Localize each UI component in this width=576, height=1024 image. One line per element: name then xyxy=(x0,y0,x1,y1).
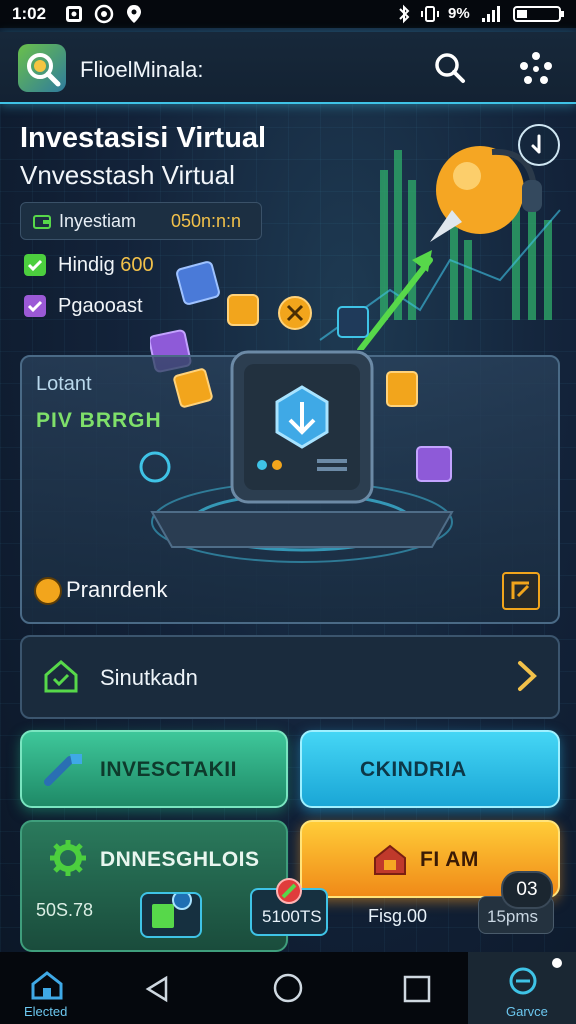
home-check-icon xyxy=(44,660,78,693)
checkmark-icon xyxy=(24,295,46,317)
nav-back[interactable] xyxy=(140,952,174,1024)
flag-button-label: FI AM xyxy=(420,848,479,871)
progress-label: Pgaooast xyxy=(58,295,143,317)
pin-icon xyxy=(276,878,302,904)
app-title: FlioelMinala: xyxy=(80,57,204,82)
nav-badge-dot xyxy=(552,958,562,968)
home-badge-icon xyxy=(374,844,406,875)
hero-subtitle: Vnvesstash Virtual xyxy=(20,160,235,190)
settings-button-label: DNNESGHLOIS xyxy=(100,848,260,871)
flag-amount-text: Fisg.00 xyxy=(368,906,428,926)
wallet-icon xyxy=(33,215,51,229)
balance-text: 50S.78 xyxy=(36,900,94,920)
wrench-icon xyxy=(44,754,82,786)
vibrate-icon xyxy=(421,6,439,22)
nav-recents[interactable] xyxy=(400,952,434,1024)
info-icon xyxy=(531,134,541,154)
invest-button-label: INVESCTAKII xyxy=(100,758,237,781)
home-icon xyxy=(31,971,63,1000)
gear-icon xyxy=(50,840,86,876)
at-icon xyxy=(94,4,114,24)
app-logo-icon[interactable] xyxy=(18,44,66,92)
feature-card[interactable]: Lotant PIV BRRGH Pranrdenk xyxy=(20,350,560,624)
list-row-item[interactable]: Sinutkadn xyxy=(20,635,560,719)
notification-badge: 03 xyxy=(501,871,553,909)
status-time: 1:02 xyxy=(12,4,47,23)
signal-icon xyxy=(482,6,500,22)
recents-square-icon xyxy=(403,975,431,1003)
stat-label: Inyestiam xyxy=(59,211,137,231)
card-label: Lotant xyxy=(36,373,92,395)
stocks-chip-text: 5100TS xyxy=(262,907,322,926)
nav-home-label: Elected xyxy=(24,1004,68,1019)
search-icon xyxy=(435,53,465,83)
search-button[interactable] xyxy=(432,50,468,86)
secondary-button-label: CKINDRIA xyxy=(360,758,467,781)
nav-profile[interactable]: Garvce xyxy=(468,952,576,1024)
wallet-chip[interactable] xyxy=(140,890,202,938)
document-icon xyxy=(152,890,192,928)
investment-stat-pill[interactable]: Inyestiam 050n:n:n xyxy=(20,202,262,240)
invest-button[interactable]: INVESCTAKII xyxy=(20,730,288,808)
stocks-chip[interactable]: 5100TS xyxy=(250,878,328,936)
apps-menu-button[interactable] xyxy=(518,50,554,86)
help-button[interactable] xyxy=(518,124,560,166)
image-icon xyxy=(66,6,82,22)
location-icon xyxy=(127,5,141,23)
app-header: FlioelMinala: xyxy=(0,32,576,104)
nav-home-circle[interactable] xyxy=(270,952,306,1024)
checkmark-icon xyxy=(24,254,46,276)
list-row-label: Sinutkadn xyxy=(100,665,198,690)
minus-circle-icon xyxy=(509,967,537,995)
hero-title: Investasisi Virtual xyxy=(20,122,267,154)
chevron-right-icon xyxy=(518,661,537,691)
back-triangle-icon xyxy=(145,975,168,1003)
status-bar: 1:02 9% xyxy=(0,0,576,28)
bluetooth-icon xyxy=(399,4,410,24)
secondary-button[interactable]: CKINDRIA xyxy=(300,730,560,808)
settings-button[interactable]: DNNESGHLOIS 50S.78 xyxy=(20,820,288,952)
nav-home[interactable]: Elected xyxy=(18,952,78,1024)
nav-profile-label: Garvce xyxy=(506,1004,548,1019)
holding-label: Hindig xyxy=(58,254,115,276)
edit-button[interactable] xyxy=(502,572,540,610)
navigation-bar: Elected Garvce xyxy=(0,952,576,1024)
battery-icon xyxy=(513,6,564,22)
apps-icon xyxy=(520,52,552,84)
stat-value: 050n:n:n xyxy=(171,211,242,231)
holding-value: 600 xyxy=(120,254,154,276)
coin-icon xyxy=(34,577,62,605)
safe-device-illustration xyxy=(139,350,454,563)
time-chip-text: 15pms xyxy=(487,907,539,926)
home-circle-icon xyxy=(273,973,303,1003)
edit-icon xyxy=(511,581,530,599)
battery-percentage: 9% xyxy=(448,5,470,22)
card-footer-label: Pranrdenk xyxy=(66,577,168,602)
time-chip[interactable]: 03 15pms xyxy=(478,871,554,934)
